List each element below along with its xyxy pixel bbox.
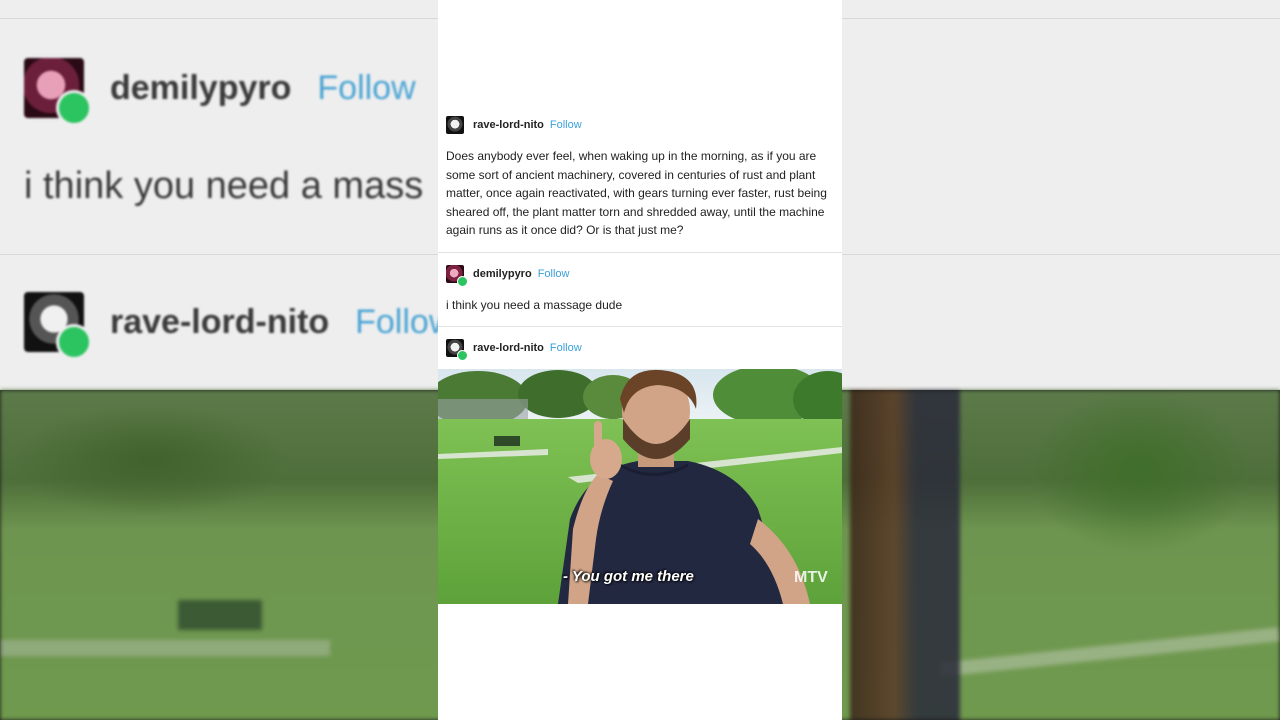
follow-button[interactable]: Follow (538, 268, 570, 280)
online-badge-icon (56, 90, 92, 126)
username[interactable]: rave-lord-nito (473, 342, 544, 354)
bench (178, 600, 262, 630)
divider (438, 252, 842, 253)
online-badge-icon (457, 350, 468, 361)
background-post-text: i think you need a mass (24, 165, 424, 207)
reblog-post: demilypyro Follow i think you need a mas… (438, 264, 842, 315)
post-text: i think you need a massage dude (446, 298, 623, 312)
gif-caption: - You got me there (563, 568, 694, 585)
post-header: demilypyro Follow (438, 264, 842, 287)
follow-button[interactable]: Follow (550, 119, 582, 131)
online-badge-icon (56, 324, 92, 360)
gif-image[interactable]: - You got me there MTV (438, 369, 842, 604)
path (940, 627, 1280, 677)
username[interactable]: rave-lord-nito (473, 119, 544, 131)
divider (438, 326, 842, 327)
background-username: demilypyro (110, 68, 292, 107)
reblog-post: rave-lord-nito Follow Does anybody ever … (438, 115, 842, 240)
avatar[interactable] (446, 116, 464, 134)
avatar (24, 292, 92, 360)
post-text: Does anybody ever feel, when waking up i… (446, 149, 827, 237)
post-header: rave-lord-nito Follow (438, 338, 842, 361)
avatar (24, 58, 92, 126)
background-post-header: demilypyro Follow (24, 58, 416, 126)
person-silhouette (850, 390, 960, 720)
avatar[interactable] (446, 265, 468, 287)
background-follow-link: Follow (317, 68, 416, 107)
path (0, 640, 330, 656)
follow-button[interactable]: Follow (550, 342, 582, 354)
mtv-logo: MTV (794, 569, 828, 586)
post-thread[interactable]: rave-lord-nito Follow Does anybody ever … (438, 0, 842, 720)
background-post-header: rave-lord-nito Follow (24, 292, 453, 360)
username[interactable]: demilypyro (473, 268, 532, 280)
reblog-post: rave-lord-nito Follow (438, 338, 842, 361)
online-badge-icon (457, 276, 468, 287)
post-header: rave-lord-nito Follow (438, 115, 842, 135)
avatar[interactable] (446, 339, 468, 361)
background-username: rave-lord-nito (110, 302, 330, 341)
